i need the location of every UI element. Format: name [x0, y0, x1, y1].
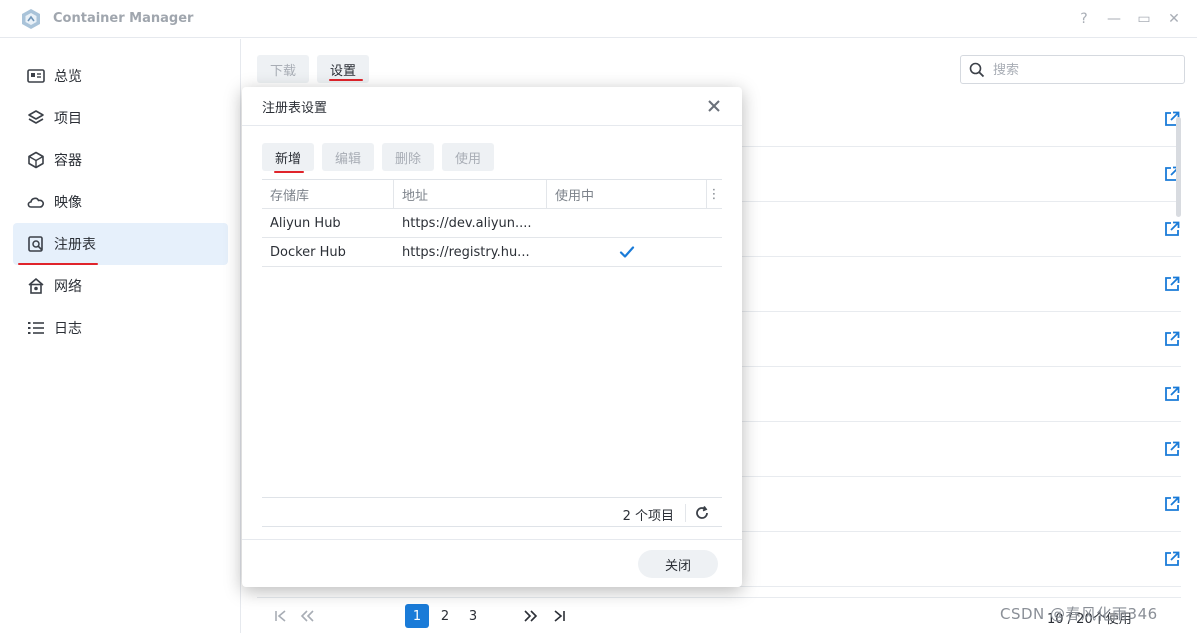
close-button[interactable]: 关闭	[638, 550, 718, 578]
annotation-underline-registry	[18, 263, 98, 265]
sidebar-item-images[interactable]: 映像	[13, 181, 228, 223]
sidebar-item-projects[interactable]: 项目	[13, 97, 228, 139]
help-icon[interactable]: ?	[1075, 10, 1093, 28]
sidebar-item-containers[interactable]: 容器	[13, 139, 228, 181]
cell-address: https://registry.hu...	[402, 244, 530, 260]
table-header: 存储库 地址 使用中 ⋮	[262, 180, 722, 209]
next-pages-icon[interactable]	[519, 604, 543, 628]
home-network-icon	[26, 276, 46, 296]
sidebar: 总览 项目 容器 映像 注册表 网络 日志	[0, 39, 241, 633]
column-header-repository[interactable]: 存储库	[262, 180, 394, 208]
sidebar-item-network[interactable]: 网络	[13, 265, 228, 307]
sidebar-item-label: 容器	[54, 153, 82, 169]
cell-repository: Aliyun Hub	[270, 215, 341, 231]
annotation-underline-settings	[329, 79, 363, 81]
external-link-icon[interactable]	[1163, 330, 1181, 348]
external-link-icon[interactable]	[1163, 550, 1181, 568]
prev-pages-icon[interactable]	[295, 604, 319, 628]
dialog-footer: 关闭	[242, 539, 742, 587]
page-3-button[interactable]: 3	[461, 604, 485, 628]
table-row[interactable]: Docker Hub https://registry.hu...	[262, 238, 722, 267]
sidebar-item-label: 日志	[54, 321, 82, 337]
window-controls: ? — ▭ ✕	[1075, 0, 1183, 38]
external-link-icon[interactable]	[1163, 220, 1181, 238]
close-icon[interactable]	[706, 98, 722, 114]
external-link-icon[interactable]	[1163, 440, 1181, 458]
list-icon	[26, 318, 46, 338]
delete-button[interactable]: 删除	[382, 143, 435, 171]
use-button[interactable]: 使用	[442, 143, 495, 171]
registry-settings-dialog: 注册表设置 新增 编辑 删除 使用 存储库 地址 使用中 ⋮ Aliyun Hu…	[242, 87, 742, 587]
sidebar-item-label: 网络	[54, 279, 82, 295]
table-footer: 2 个项目	[262, 497, 722, 527]
first-page-icon[interactable]	[269, 604, 293, 628]
search-input[interactable]	[993, 62, 1173, 77]
external-link-icon[interactable]	[1163, 275, 1181, 293]
container-manager-logo-icon	[22, 8, 40, 29]
footer-divider	[685, 504, 686, 522]
download-button[interactable]: 下载	[257, 55, 310, 83]
watermark: CSDN @春风化雨346	[1000, 605, 1158, 623]
last-page-icon[interactable]	[547, 604, 571, 628]
scrollbar-thumb[interactable]	[1176, 117, 1181, 217]
column-menu-icon[interactable]: ⋮	[706, 180, 722, 208]
refresh-icon[interactable]	[694, 505, 710, 521]
sidebar-item-label: 项目	[54, 111, 82, 127]
dialog-header: 注册表设置	[242, 87, 742, 126]
checkmark-icon	[619, 246, 635, 258]
search-box[interactable]	[960, 55, 1185, 84]
cell-address: https://dev.aliyun....	[402, 215, 532, 231]
page-2-button[interactable]: 2	[433, 604, 457, 628]
annotation-underline-add	[274, 171, 304, 173]
layers-icon	[26, 108, 46, 128]
column-header-in-use[interactable]: 使用中	[547, 180, 707, 208]
sidebar-item-logs[interactable]: 日志	[13, 307, 228, 349]
maximize-icon[interactable]: ▭	[1135, 10, 1153, 28]
sidebar-item-label: 注册表	[54, 237, 96, 253]
minimize-icon[interactable]: —	[1105, 10, 1123, 28]
external-link-icon[interactable]	[1163, 385, 1181, 403]
sidebar-item-registry[interactable]: 注册表	[13, 223, 228, 265]
close-window-icon[interactable]: ✕	[1165, 10, 1183, 28]
cube-icon	[26, 150, 46, 170]
table-row[interactable]: Aliyun Hub https://dev.aliyun....	[262, 209, 722, 238]
registry-search-icon	[26, 234, 46, 254]
search-icon	[969, 62, 985, 77]
item-count: 2 个项目	[622, 509, 674, 524]
cell-repository: Docker Hub	[270, 244, 346, 260]
sidebar-item-overview[interactable]: 总览	[13, 55, 228, 97]
column-header-address[interactable]: 地址	[394, 180, 547, 208]
registry-table: 存储库 地址 使用中 ⋮ Aliyun Hub https://dev.aliy…	[262, 179, 722, 527]
add-button[interactable]: 新增	[262, 143, 315, 171]
external-link-icon[interactable]	[1163, 495, 1181, 513]
page-1-button[interactable]: 1	[405, 604, 429, 628]
sidebar-item-label: 总览	[54, 69, 82, 85]
edit-button[interactable]: 编辑	[322, 143, 375, 171]
cloud-icon	[26, 192, 46, 212]
title-bar: Container Manager ? — ▭ ✕	[0, 0, 1197, 38]
sidebar-item-label: 映像	[54, 195, 82, 211]
dashboard-icon	[26, 66, 46, 86]
dialog-title: 注册表设置	[262, 100, 328, 116]
app-title: Container Manager	[53, 11, 194, 26]
